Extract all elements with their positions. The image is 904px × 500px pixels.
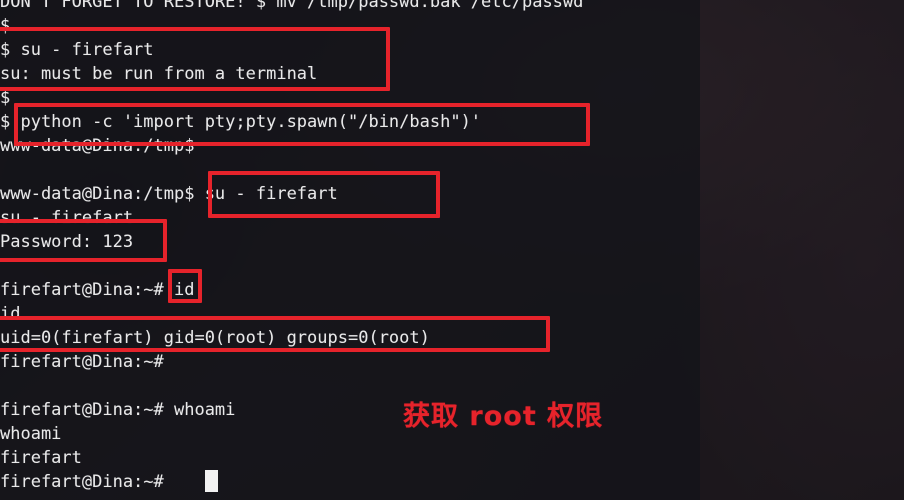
annotation-box-su-firefart-command	[208, 171, 440, 218]
terminal-surface-right[interactable]	[700, 0, 904, 500]
terminal-line: DON'T FORGET TO RESTORE! $ mv /tmp/passw…	[0, 0, 584, 12]
terminal-line: firefart@Dina:~# whoami	[0, 400, 236, 420]
terminal-line: $	[0, 88, 11, 108]
annotation-box-root-prompt-hash	[168, 269, 202, 303]
terminal-line: whoami	[0, 424, 62, 444]
terminal-line: firefart@Dina:~#	[0, 472, 164, 492]
terminal-line: firefart	[0, 448, 82, 468]
terminal-cursor	[205, 470, 218, 492]
terminal-line: firefart@Dina:~#	[0, 352, 164, 372]
annotation-box-python-pty-spawn-command	[14, 103, 590, 146]
annotation-note-root-privileges: 获取 root 权限	[403, 401, 604, 432]
annotation-box-id-output-uid-zero	[0, 316, 550, 352]
terminal-screenshot: DON'T FORGET TO RESTORE! $ mv /tmp/passw…	[0, 0, 904, 500]
terminal-line: firefart@Dina:~# id	[0, 280, 195, 300]
annotation-box-password-value	[0, 219, 167, 262]
annotation-box-su-from-terminal-error	[0, 27, 390, 91]
